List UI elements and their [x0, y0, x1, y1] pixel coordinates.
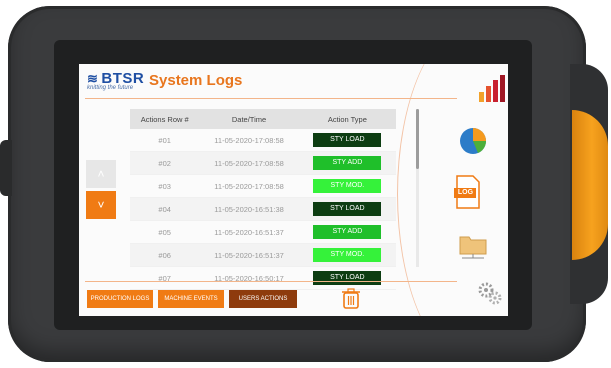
scroll-up-button[interactable]: ˄	[86, 160, 116, 188]
brand-logo: ≋ BTSR knitting the future	[87, 70, 145, 91]
table-scrollbar-thumb[interactable]	[416, 109, 419, 169]
action-type-cell: STY LOAD	[298, 129, 396, 152]
bar-chart-icon[interactable]	[476, 72, 506, 104]
datetime-cell: 11-05-2020-17:08:58	[199, 151, 299, 175]
action-type-cell: STY LOAD	[298, 197, 396, 221]
bottom-divider	[85, 281, 457, 282]
action-type-cell: STY ADD	[298, 220, 396, 244]
pie-chart-icon[interactable]	[458, 126, 488, 156]
action-type-badge: STY ADD	[313, 225, 382, 239]
gears-icon[interactable]	[477, 280, 503, 306]
table-header-row: Actions Row # Date/Time Action Type	[130, 109, 396, 129]
row-number-cell: #04	[130, 197, 200, 221]
action-type-badge: STY LOAD	[313, 133, 382, 147]
row-number-cell: #02	[130, 151, 200, 175]
table-row[interactable]: #06 11-05-2020-16:51:37 STY MOD.	[130, 243, 396, 267]
action-type-cell: STY ADD	[298, 151, 396, 175]
trash-icon[interactable]	[341, 288, 361, 310]
action-type-badge: STY ADD	[313, 156, 382, 170]
chevron-down-icon: ˅	[97, 198, 105, 212]
table-row[interactable]: #02 11-05-2020-17:08:58 STY ADD	[130, 151, 396, 175]
folder-network-icon[interactable]	[458, 232, 488, 260]
action-type-badge: STY LOAD	[313, 202, 382, 216]
table-row[interactable]: #05 11-05-2020-16:51:37 STY ADD	[130, 220, 396, 244]
scroll-down-button[interactable]: ˅	[86, 191, 116, 219]
table-row[interactable]: #04 11-05-2020-16:51:38 STY LOAD	[130, 197, 396, 221]
datetime-cell: 11-05-2020-16:51:37	[199, 220, 299, 244]
tab-users-actions[interactable]: USERS ACTIONS	[229, 290, 297, 308]
column-header-row: Actions Row #	[130, 109, 200, 129]
action-type-badge: STY LOAD	[313, 271, 382, 285]
datetime-cell: 11-05-2020-17:08:58	[199, 129, 299, 152]
action-type-badge: STY MOD.	[313, 248, 382, 262]
table-row[interactable]: #07 11-05-2020-16:50:17 STY LOAD	[130, 266, 396, 290]
tab-machine-events[interactable]: MACHINE EVENTS	[158, 290, 224, 308]
row-number-cell: #03	[130, 174, 200, 198]
row-number-cell: #05	[130, 220, 200, 244]
action-type-cell: STY MOD.	[298, 243, 396, 267]
datetime-cell: 11-05-2020-16:50:17	[199, 266, 299, 290]
table-row[interactable]: #03 11-05-2020-17:08:58 STY MOD.	[130, 174, 396, 198]
table-row[interactable]: #01 11-05-2020-17:08:58 STY LOAD	[130, 129, 396, 152]
row-number-cell: #07	[130, 266, 200, 290]
screen: ≋ BTSR knitting the future System Logs ˄…	[79, 64, 508, 316]
title-divider	[85, 98, 457, 99]
action-type-badge: STY MOD.	[313, 179, 382, 193]
chevron-up-icon: ˄	[97, 167, 105, 181]
datetime-cell: 11-05-2020-17:08:58	[199, 174, 299, 198]
row-number-cell: #06	[130, 243, 200, 267]
action-type-cell: STY LOAD	[298, 266, 396, 290]
logs-table: Actions Row # Date/Time Action Type #01 1…	[130, 109, 396, 290]
tab-production-logs[interactable]: PRODUCTION LOGS	[87, 290, 153, 308]
datetime-cell: 11-05-2020-16:51:37	[199, 243, 299, 267]
action-type-cell: STY MOD.	[298, 174, 396, 198]
column-header-action: Action Type	[298, 109, 396, 129]
datetime-cell: 11-05-2020-16:51:38	[199, 197, 299, 221]
column-header-datetime: Date/Time	[199, 109, 299, 129]
log-file-icon[interactable]: LOG	[454, 175, 482, 209]
row-number-cell: #01	[130, 129, 200, 152]
log-icon-label: LOG	[457, 189, 474, 196]
device-left-tab	[0, 140, 12, 196]
orange-grip	[572, 110, 608, 260]
page-title: System Logs	[149, 72, 243, 89]
